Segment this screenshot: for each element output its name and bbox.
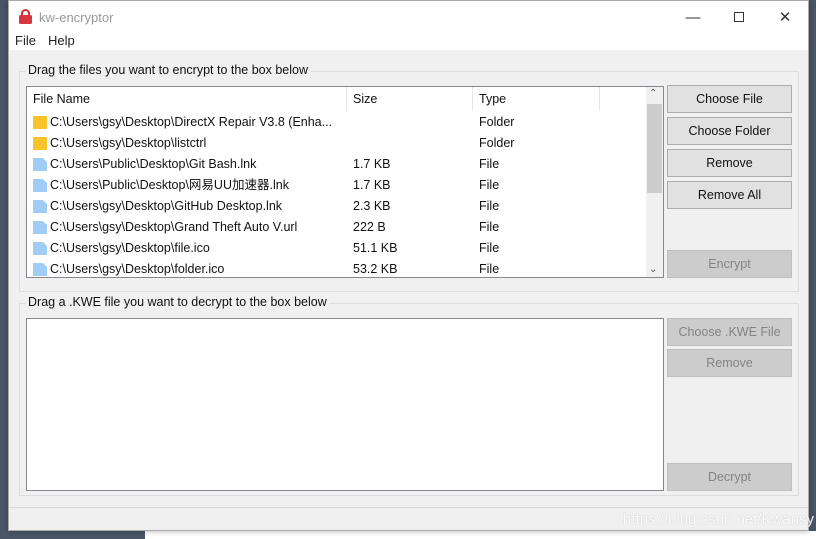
watermark: https://blog.csdn.net/Kwansy <box>623 511 814 528</box>
scroll-up-icon[interactable]: ⌃ <box>649 88 657 99</box>
file-name-cell: C:\Users\gsy\Desktop\folder.ico <box>50 262 225 276</box>
remove-all-button[interactable]: Remove All <box>667 181 792 209</box>
menu-bar: File Help <box>9 33 808 50</box>
encrypt-group-label: Drag the files you want to encrypt to th… <box>26 63 311 77</box>
encrypt-button[interactable]: Encrypt <box>667 250 792 278</box>
file-name-cell: C:\Users\gsy\Desktop\Grand Theft Auto V.… <box>50 220 298 234</box>
type-cell: File <box>479 220 500 234</box>
decrypt-remove-button[interactable]: Remove <box>667 349 792 377</box>
table-row[interactable]: C:\Users\gsy\Desktop\file.ico 51.1 KB Fi… <box>27 238 647 259</box>
table-row[interactable]: C:\Users\gsy\Desktop\folder.ico 53.2 KB … <box>27 259 647 277</box>
table-row[interactable]: C:\Users\gsy\Desktop\listctrl Folder <box>27 133 647 154</box>
file-name-cell: C:\Users\gsy\Desktop\file.ico <box>50 241 210 255</box>
size-cell: 53.2 KB <box>353 262 398 276</box>
scroll-down-icon[interactable]: ⌄ <box>649 264 657 275</box>
file-icon <box>33 200 47 213</box>
vertical-scrollbar[interactable]: ⌃ ⌄ <box>646 87 663 277</box>
size-cell: 51.1 KB <box>353 241 398 255</box>
file-name-cell: C:\Users\gsy\Desktop\DirectX Repair V3.8… <box>50 115 333 129</box>
file-icon <box>33 158 47 171</box>
type-cell: File <box>479 178 500 192</box>
status-bar <box>9 507 808 508</box>
scrollbar-thumb[interactable] <box>647 104 662 193</box>
table-row[interactable]: C:\Users\Public\Desktop\Git Bash.lnk 1.7… <box>27 154 647 175</box>
table-row[interactable]: C:\Users\gsy\Desktop\DirectX Repair V3.8… <box>27 112 647 133</box>
folder-icon <box>33 137 47 150</box>
type-cell: File <box>479 199 500 213</box>
column-header-file-name[interactable]: File Name <box>27 87 347 111</box>
type-cell: File <box>479 157 500 171</box>
remove-button[interactable]: Remove <box>667 149 792 177</box>
type-cell: Folder <box>479 136 515 150</box>
file-name-cell: C:\Users\gsy\Desktop\listctrl <box>50 136 207 150</box>
encrypt-file-list[interactable]: File Name Size Type C:\Users\gsy\Desktop… <box>26 86 664 278</box>
maximize-icon <box>734 12 744 22</box>
close-button[interactable]: ✕ <box>762 1 808 33</box>
menu-file[interactable]: File <box>15 33 36 48</box>
size-cell: 1.7 KB <box>353 178 391 192</box>
file-name-cell: C:\Users\Public\Desktop\Git Bash.lnk <box>50 157 257 171</box>
file-icon <box>33 221 47 234</box>
type-cell: Folder <box>479 115 515 129</box>
decrypt-drop-box[interactable] <box>26 318 664 491</box>
title-bar: kw-encryptor — ✕ <box>9 1 808 33</box>
minimize-icon: — <box>685 8 701 26</box>
app-window: kw-encryptor — ✕ File Help Drag the file… <box>8 0 809 531</box>
desktop-background <box>145 531 816 539</box>
type-cell: File <box>479 241 500 255</box>
lock-icon <box>19 9 32 24</box>
column-header-size[interactable]: Size <box>347 87 473 111</box>
table-row[interactable]: C:\Users\gsy\Desktop\Grand Theft Auto V.… <box>27 217 647 238</box>
file-name-cell: C:\Users\Public\Desktop\网易UU加速器.lnk <box>50 178 289 192</box>
table-row[interactable]: C:\Users\gsy\Desktop\GitHub Desktop.lnk … <box>27 196 647 217</box>
type-cell: File <box>479 262 500 276</box>
file-icon <box>33 242 47 255</box>
choose-file-button[interactable]: Choose File <box>667 85 792 113</box>
file-name-cell: C:\Users\gsy\Desktop\GitHub Desktop.lnk <box>50 199 283 213</box>
file-icon <box>33 263 47 276</box>
table-row[interactable]: C:\Users\Public\Desktop\网易UU加速器.lnk 1.7 … <box>27 175 647 196</box>
folder-icon <box>33 116 47 129</box>
choose-kwe-file-button[interactable]: Choose .KWE File <box>667 318 792 346</box>
close-icon: ✕ <box>778 9 792 26</box>
decrypt-group-label: Drag a .KWE file you want to decrypt to … <box>26 295 329 309</box>
window-title: kw-encryptor <box>39 10 114 25</box>
size-cell: 1.7 KB <box>353 157 391 171</box>
decrypt-button[interactable]: Decrypt <box>667 463 792 491</box>
menu-help[interactable]: Help <box>48 33 75 48</box>
column-header-type[interactable]: Type <box>473 87 600 111</box>
size-cell: 2.3 KB <box>353 199 391 213</box>
minimize-button[interactable]: — <box>670 1 716 33</box>
maximize-button[interactable] <box>716 1 762 33</box>
file-icon <box>33 179 47 192</box>
size-cell: 222 B <box>353 220 386 234</box>
choose-folder-button[interactable]: Choose Folder <box>667 117 792 145</box>
